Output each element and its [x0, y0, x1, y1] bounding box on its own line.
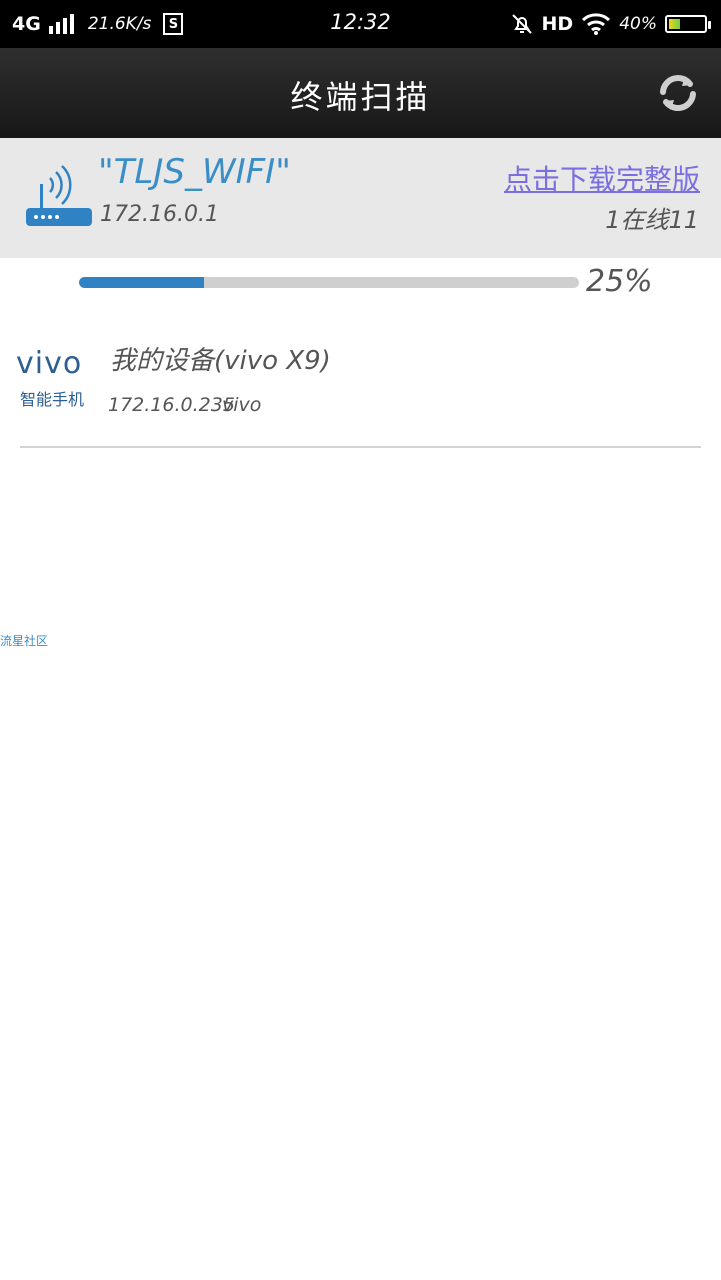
scan-progress-text: 25% [586, 264, 653, 299]
battery-icon [665, 15, 711, 33]
hd-indicator: HD [541, 13, 574, 35]
wifi-info-panel: "TLJS_WIFI" 172.16.0.1 点击下载完整版 1在线11 [0, 138, 721, 258]
battery-fill [669, 19, 681, 29]
battery-percent: 40% [619, 14, 657, 34]
list-item[interactable]: vivo 智能手机 我的设备(vivo X9) 172.16.0.235 viv… [0, 320, 721, 446]
scan-progress-bar [79, 277, 579, 288]
router-icon [26, 165, 92, 226]
page-title: 终端扫描 [290, 78, 431, 116]
scan-progress-fill [79, 277, 204, 288]
online-count: 1在线11 [605, 206, 699, 234]
vivo-logo: vivo [16, 346, 83, 381]
gateway-ip: 172.16.0.1 [100, 202, 219, 227]
wifi-icon [582, 13, 611, 35]
device-name: 我的设备(vivo X9) [110, 346, 331, 376]
device-type-label: 智能手机 [20, 390, 85, 409]
status-bar: 4G 21.6K/s S 12:32 HD 40% [0, 0, 721, 48]
divider [20, 446, 701, 448]
app-header: 终端扫描 [0, 48, 721, 138]
refresh-icon[interactable] [655, 70, 701, 116]
watermark: 流星社区 [0, 634, 49, 648]
mute-bell-icon [511, 14, 532, 34]
download-full-version-link[interactable]: 点击下载完整版 [504, 158, 700, 198]
device-vendor: vivo [222, 394, 262, 416]
device-ip: 172.16.0.235 [108, 394, 235, 416]
wifi-ssid: "TLJS_WIFI" [98, 152, 291, 192]
